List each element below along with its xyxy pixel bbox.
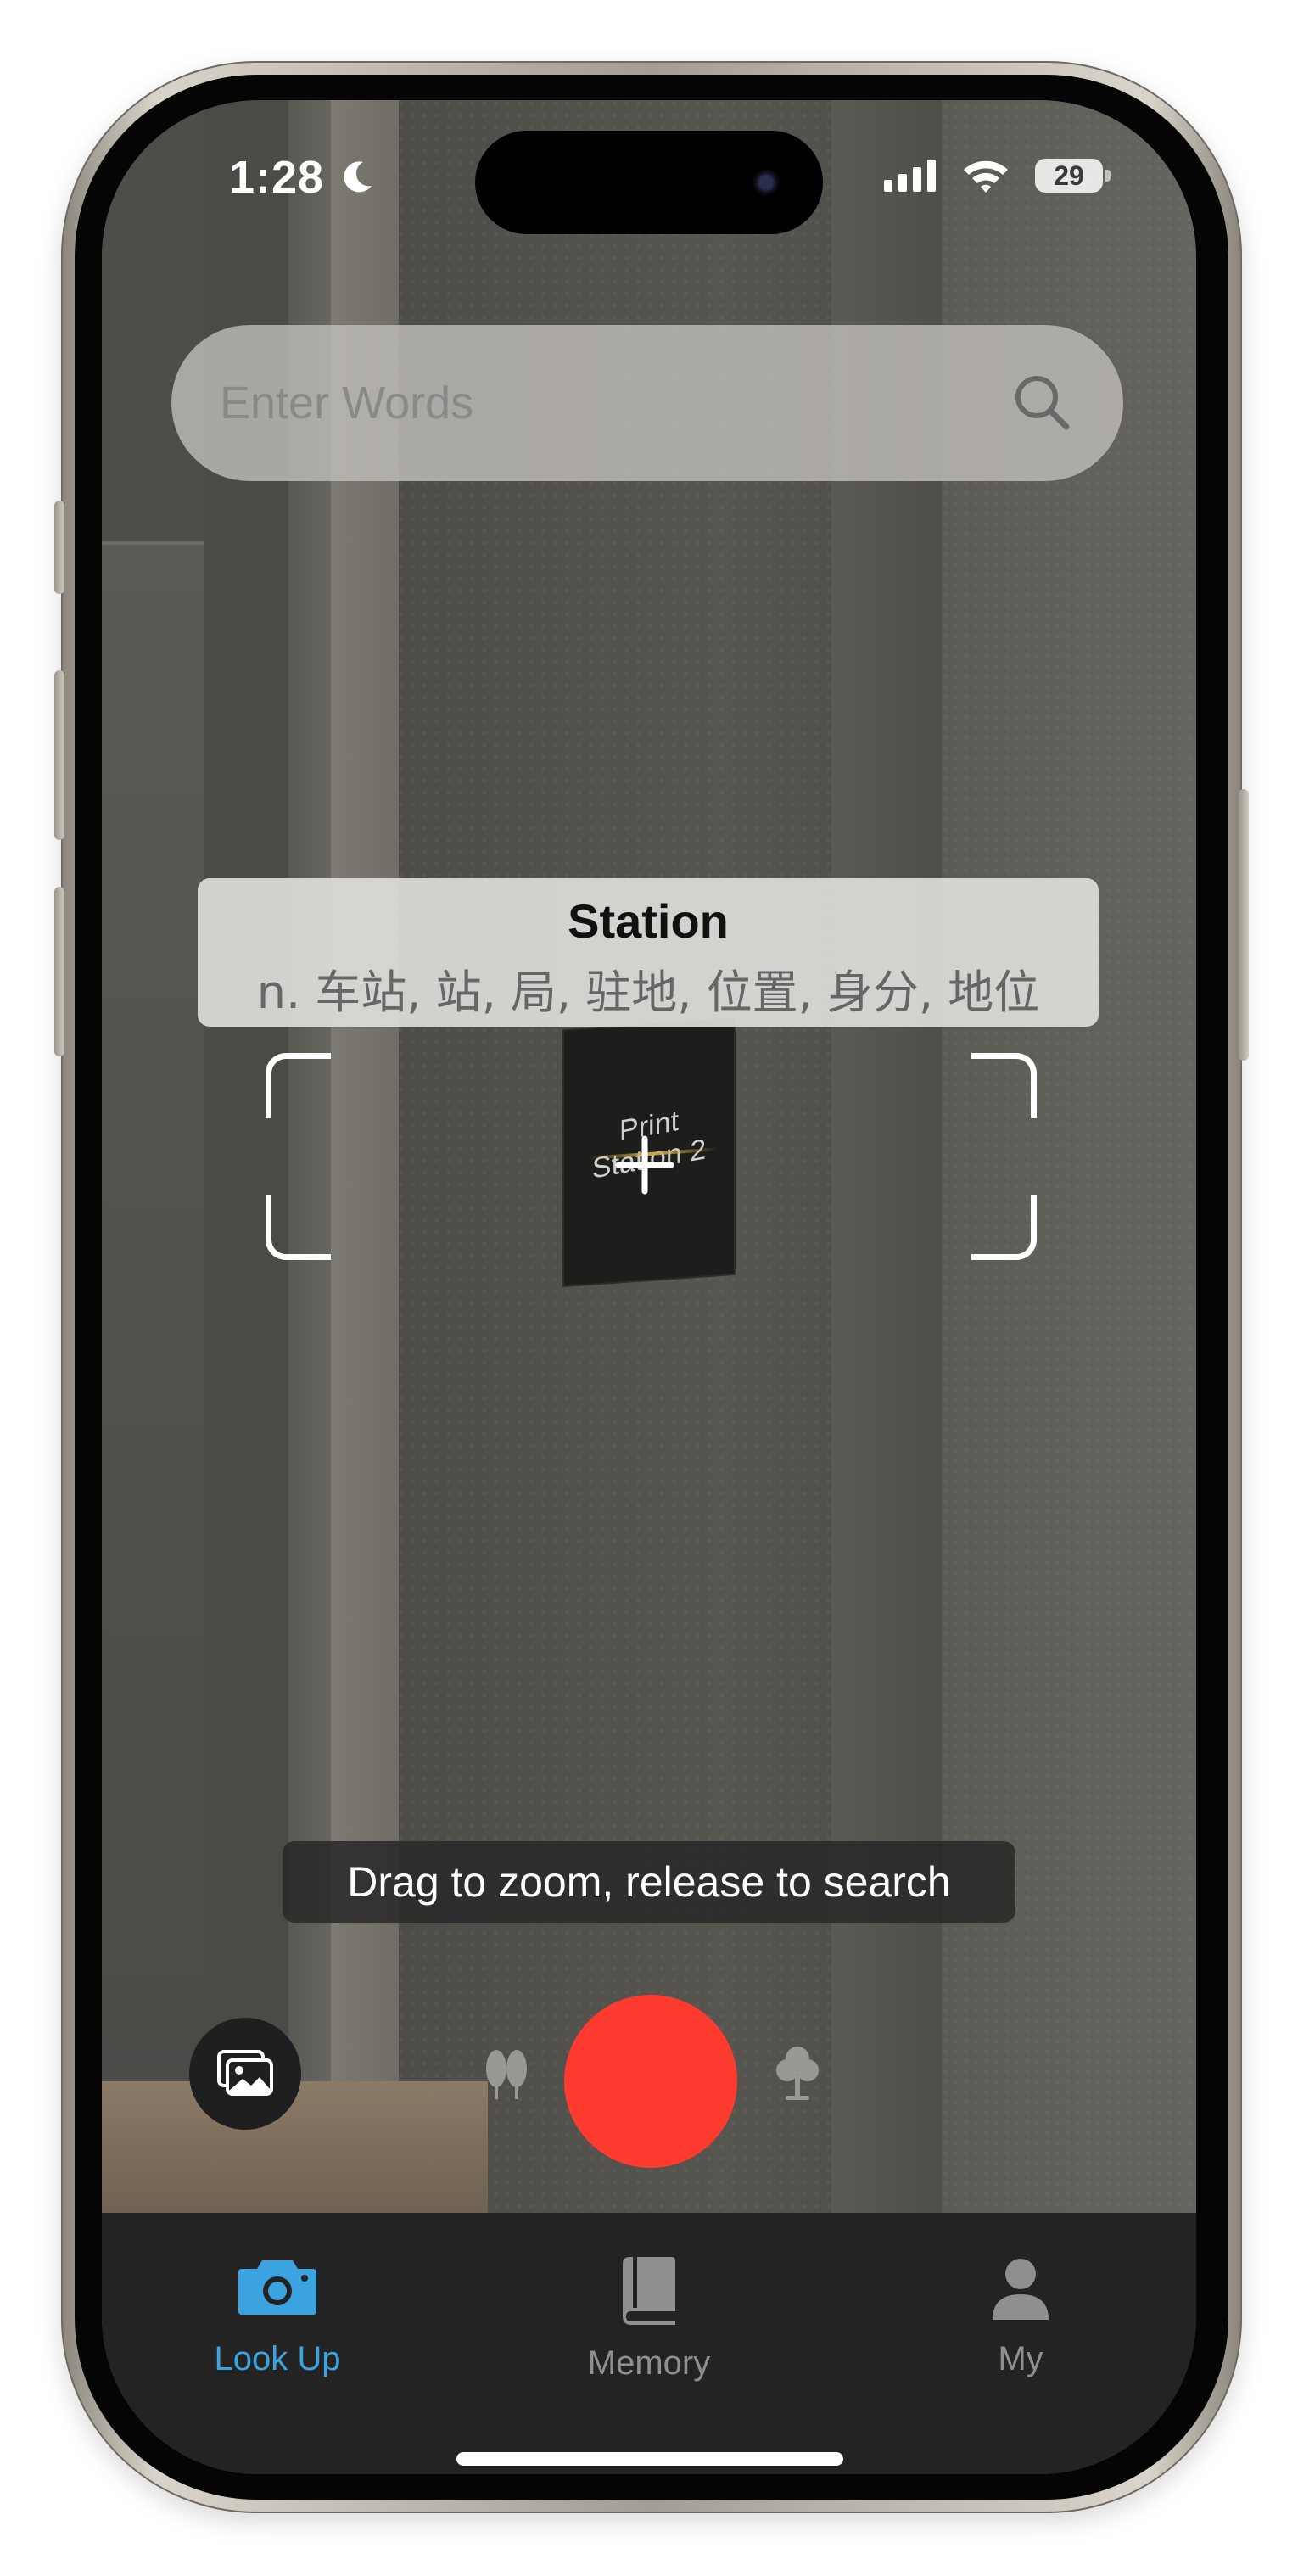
photos-icon [217, 2050, 273, 2096]
tab-label-my: My [998, 2340, 1043, 2377]
tab-label-memory: Memory [587, 2344, 711, 2382]
focus-corner-top-left [266, 1053, 331, 1118]
capture-button[interactable] [564, 1995, 737, 2168]
status-time: 1:28 [229, 151, 375, 204]
battery-icon: 29 [1035, 159, 1111, 193]
tab-bar: Look Up Memory My [102, 2213, 1196, 2474]
person-icon [993, 2259, 1049, 2320]
search-input[interactable] [218, 376, 1009, 430]
battery-level: 29 [1054, 160, 1084, 191]
time-text: 1:28 [229, 152, 325, 203]
cardboard-box [102, 2081, 488, 2213]
side-button-power [1239, 789, 1249, 1061]
tab-look-up[interactable]: Look Up [137, 2213, 417, 2383]
side-button-action [54, 501, 64, 594]
side-button-volume-up [54, 670, 64, 840]
door-panel [102, 541, 204, 2216]
search-icon[interactable] [1009, 369, 1077, 437]
focus-corner-bottom-right [971, 1195, 1037, 1260]
side-button-volume-down [54, 887, 64, 1056]
focus-corner-top-right [971, 1053, 1037, 1118]
cellular-signal-icon [884, 160, 936, 192]
moon-icon [344, 161, 372, 193]
trees-icon[interactable] [478, 2043, 537, 2103]
front-camera-icon [753, 170, 779, 195]
status-indicators: 29 [884, 158, 1111, 193]
zoom-hint: Drag to zoom, release to search [283, 1841, 1015, 1923]
search-bar[interactable] [171, 325, 1123, 481]
tab-my[interactable]: My [881, 2213, 1161, 2383]
translation-card[interactable]: Station n. 车站, 站, 局, 驻地, 位置, 身分, 地位 [198, 878, 1099, 1027]
tree-icon[interactable] [772, 2043, 823, 2103]
camera-icon [238, 2260, 316, 2315]
screen: Print Station 2 1:28 29 Enter Words Stat… [102, 100, 1196, 2474]
translation-definition: n. 车站, 站, 局, 驻地, 位置, 身分, 地位 [256, 966, 1040, 1019]
home-indicator[interactable] [456, 2452, 843, 2466]
wifi-icon [964, 160, 1008, 193]
dynamic-island [475, 131, 823, 234]
crosshair-icon [615, 1135, 674, 1195]
focus-corner-bottom-left [266, 1195, 331, 1260]
translation-word: Station [568, 894, 729, 948]
book-icon [623, 2257, 675, 2325]
battery-tip [1105, 170, 1111, 182]
photo-library-button[interactable] [189, 2018, 301, 2130]
tab-label-look-up: Look Up [214, 2340, 341, 2377]
tab-memory[interactable]: Memory [509, 2213, 789, 2383]
